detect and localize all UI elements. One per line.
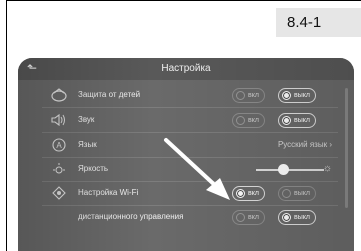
brightness-slider-knob[interactable] (278, 164, 290, 175)
speaker-icon (51, 113, 65, 127)
sound-off-option[interactable]: выкл (278, 113, 316, 128)
brightness-icon (53, 163, 65, 174)
settings-row-label: Звук (78, 115, 95, 124)
settings-row-sound: Звук вкл выкл (42, 109, 338, 133)
brightness-slider[interactable] (256, 169, 324, 171)
pointer-arrow-icon (164, 138, 230, 200)
settings-row-label: Защита от детей (78, 90, 141, 99)
chevron-right-icon: › (329, 140, 332, 149)
wifi-settings-icon (52, 186, 66, 200)
language-icon: A (52, 138, 66, 152)
sun-icon: ☼ (322, 163, 332, 174)
child-lock-on-option[interactable]: вкл (232, 88, 265, 103)
settings-row-label: Язык (78, 140, 97, 149)
screen-title: Настройка (161, 63, 211, 74)
sound-on-option[interactable]: вкл (232, 113, 265, 128)
wifi-off-option[interactable]: выкл (278, 186, 316, 201)
child-lock-icon (51, 88, 67, 102)
svg-text:A: A (56, 141, 62, 150)
section-number: 8.4-1 (276, 8, 361, 37)
remote-off-option[interactable]: выкл (278, 210, 316, 225)
settings-row-label: дистанционного управления (78, 212, 184, 221)
remote-on-option[interactable]: вкл (232, 210, 265, 225)
language-value[interactable]: Русский язык › (278, 140, 332, 149)
settings-row-child-lock: Защита от детей вкл выкл (42, 84, 338, 108)
child-lock-off-option[interactable]: выкл (278, 88, 316, 103)
settings-row-label: Настройка Wi-Fi (78, 188, 139, 197)
scrollbar[interactable] (345, 88, 348, 208)
title-bar: ⬑ Настройка (18, 58, 354, 80)
settings-row-label: Яркость (78, 164, 109, 173)
settings-row-remote-control: дистанционного управления вкл выкл (42, 206, 338, 230)
